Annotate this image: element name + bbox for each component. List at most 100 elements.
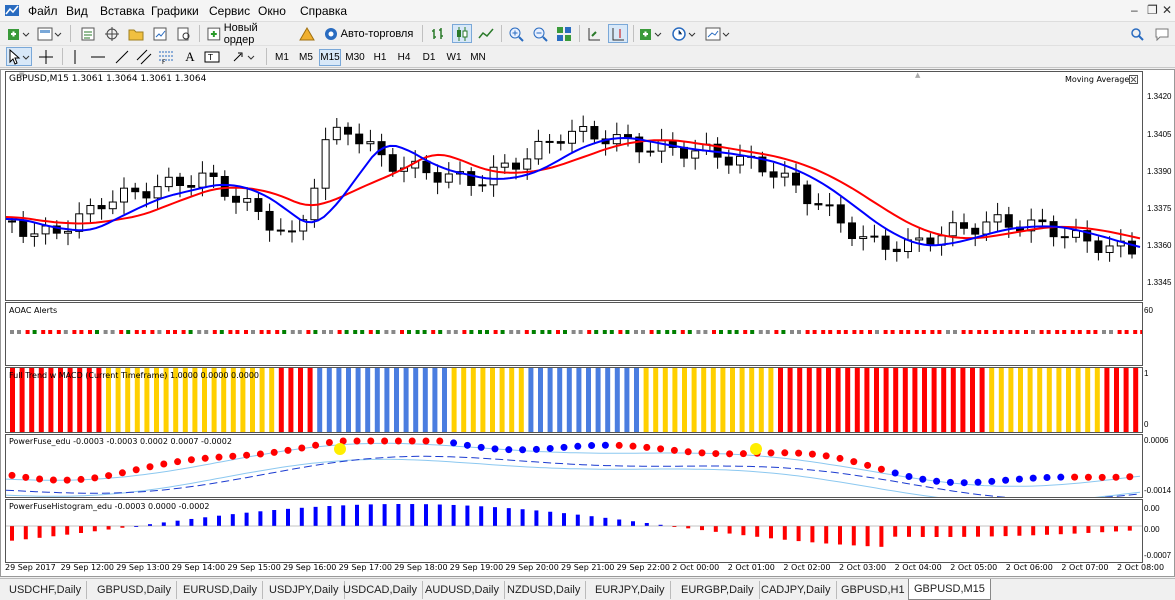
aoac-dot xyxy=(547,330,552,334)
tester-icon xyxy=(153,27,167,40)
chart-tab[interactable]: EURGBP,Daily xyxy=(676,581,760,599)
new-chart-button[interactable] xyxy=(6,24,32,43)
close-icon[interactable]: ✕ xyxy=(1162,3,1172,17)
bar-chart-button[interactable] xyxy=(428,24,448,43)
app-logo-icon[interactable] xyxy=(4,3,20,18)
pfh-bar xyxy=(465,505,470,526)
timeframe-m5[interactable]: M5 xyxy=(295,49,317,66)
aoac-pane[interactable] xyxy=(5,302,1145,366)
menu-charts[interactable]: Графики xyxy=(151,4,199,18)
chart-tab[interactable]: NZDUSD,Daily xyxy=(502,581,587,599)
trend-bar xyxy=(1085,368,1091,432)
chart-tab[interactable]: GBPUSD,Daily xyxy=(92,581,177,599)
trend-bar xyxy=(806,368,812,432)
pfh-bar xyxy=(217,515,221,526)
chat-button[interactable] xyxy=(1152,24,1172,43)
aoac-dot xyxy=(493,330,498,334)
aoac-dot xyxy=(524,330,529,334)
timeframe-h4[interactable]: H4 xyxy=(393,49,415,66)
pf-dot xyxy=(588,442,596,450)
cursor-button[interactable] xyxy=(6,47,32,66)
market-watch-button[interactable] xyxy=(78,24,98,43)
navigator-button[interactable] xyxy=(102,24,122,43)
auto-trading-icon xyxy=(324,27,337,40)
horizontal-line-button[interactable] xyxy=(88,47,108,66)
menu-insert[interactable]: Вставка xyxy=(100,4,145,18)
channel-button[interactable] xyxy=(134,47,154,66)
pfh-bar xyxy=(810,526,815,543)
minimize-icon[interactable]: – xyxy=(1131,3,1138,17)
timeframe-m1[interactable]: M1 xyxy=(271,49,293,66)
powerfuse-scale-top: 0.0006 xyxy=(1144,436,1169,445)
ma-close-icon[interactable] xyxy=(1129,75,1138,84)
price-pane[interactable] xyxy=(5,71,1143,301)
pfh-bar xyxy=(631,521,635,526)
chart-tab[interactable]: USDCHF,Daily xyxy=(4,581,88,599)
trend-bar xyxy=(499,368,505,432)
zoom-in-button[interactable] xyxy=(506,24,526,43)
fibonacci-button[interactable]: F xyxy=(156,47,176,66)
strategy-tester-button[interactable] xyxy=(150,24,170,43)
search-button[interactable] xyxy=(1128,24,1146,43)
vertical-line-button[interactable] xyxy=(66,47,84,66)
candlestick-button[interactable] xyxy=(452,24,472,43)
pf-dot xyxy=(519,446,527,454)
chart-tab[interactable]: AUDUSD,Daily xyxy=(420,581,505,599)
chart-window[interactable]: GBPUSD,M15 1.3061 1.3064 1.3061 1.3064 M… xyxy=(0,69,1175,577)
arrows-button[interactable] xyxy=(230,47,260,66)
menu-help[interactable]: Справка xyxy=(300,4,347,18)
timeframe-m15[interactable]: M15 xyxy=(319,49,341,66)
menu-tools[interactable]: Сервис xyxy=(209,4,250,18)
chart-tab[interactable]: CADJPY,Daily xyxy=(756,581,837,599)
label-button[interactable]: T xyxy=(202,47,222,66)
trend-bar xyxy=(317,368,323,432)
menu-file[interactable]: Файл xyxy=(28,4,58,18)
timeframe-d1[interactable]: D1 xyxy=(418,49,440,66)
aoac-dot xyxy=(306,330,311,334)
chart-tab[interactable]: USDJPY,Daily xyxy=(264,581,345,599)
history-button[interactable] xyxy=(174,24,194,43)
menu-view[interactable]: Вид xyxy=(66,4,88,18)
trend-bar xyxy=(710,368,716,432)
pfh-bar xyxy=(769,526,773,539)
text-button[interactable]: A xyxy=(180,47,200,66)
aoac-dot xyxy=(17,330,21,334)
candle-body xyxy=(1072,230,1080,238)
auto-trading-button[interactable]: Авто-торговля xyxy=(320,24,416,43)
aoac-dot xyxy=(63,330,68,334)
templates-button[interactable] xyxy=(704,24,734,43)
trend-bar xyxy=(902,368,908,432)
chart-tab[interactable]: EURJPY,Daily xyxy=(590,581,671,599)
profiles-button[interactable] xyxy=(36,24,64,43)
pfh-scale-top: 0.00 xyxy=(1144,504,1160,513)
chart-shift-button[interactable] xyxy=(608,24,628,43)
aoac-dot xyxy=(540,330,545,334)
terminal-button[interactable] xyxy=(126,24,146,43)
bar-chart-icon xyxy=(432,27,443,39)
timeframe-m30[interactable]: M30 xyxy=(344,49,366,66)
trendline-button[interactable] xyxy=(112,47,132,66)
ma-slow-line xyxy=(5,139,1141,240)
chart-tab[interactable]: USDCAD,Daily xyxy=(338,581,423,599)
chart-tab[interactable]: EURUSD,Daily xyxy=(178,581,263,599)
periods-button[interactable] xyxy=(670,24,700,43)
candle-body xyxy=(870,235,879,238)
pf-dot xyxy=(960,479,968,487)
timeframe-w1[interactable]: W1 xyxy=(443,49,465,66)
line-chart-button[interactable] xyxy=(476,24,496,43)
pfh-bar xyxy=(120,526,125,528)
chart-tab[interactable]: GBPUSD,M15 xyxy=(908,579,991,600)
crosshair-button[interactable] xyxy=(36,47,56,66)
menu-window[interactable]: Окно xyxy=(258,4,286,18)
tile-windows-button[interactable] xyxy=(554,24,574,43)
candle-body xyxy=(568,130,576,144)
indicators-button[interactable] xyxy=(638,24,666,43)
auto-scroll-button[interactable] xyxy=(584,24,604,43)
new-order-button[interactable]: Новый ордер xyxy=(205,22,291,46)
restore-icon[interactable]: ❐ xyxy=(1147,3,1158,17)
zoom-out-button[interactable] xyxy=(530,24,550,43)
timeframe-mn[interactable]: MN xyxy=(467,49,489,66)
chart-tab[interactable]: GBPUSD,H1 xyxy=(836,581,911,599)
timeframe-h1[interactable]: H1 xyxy=(369,49,391,66)
aoac-dot xyxy=(88,330,92,334)
